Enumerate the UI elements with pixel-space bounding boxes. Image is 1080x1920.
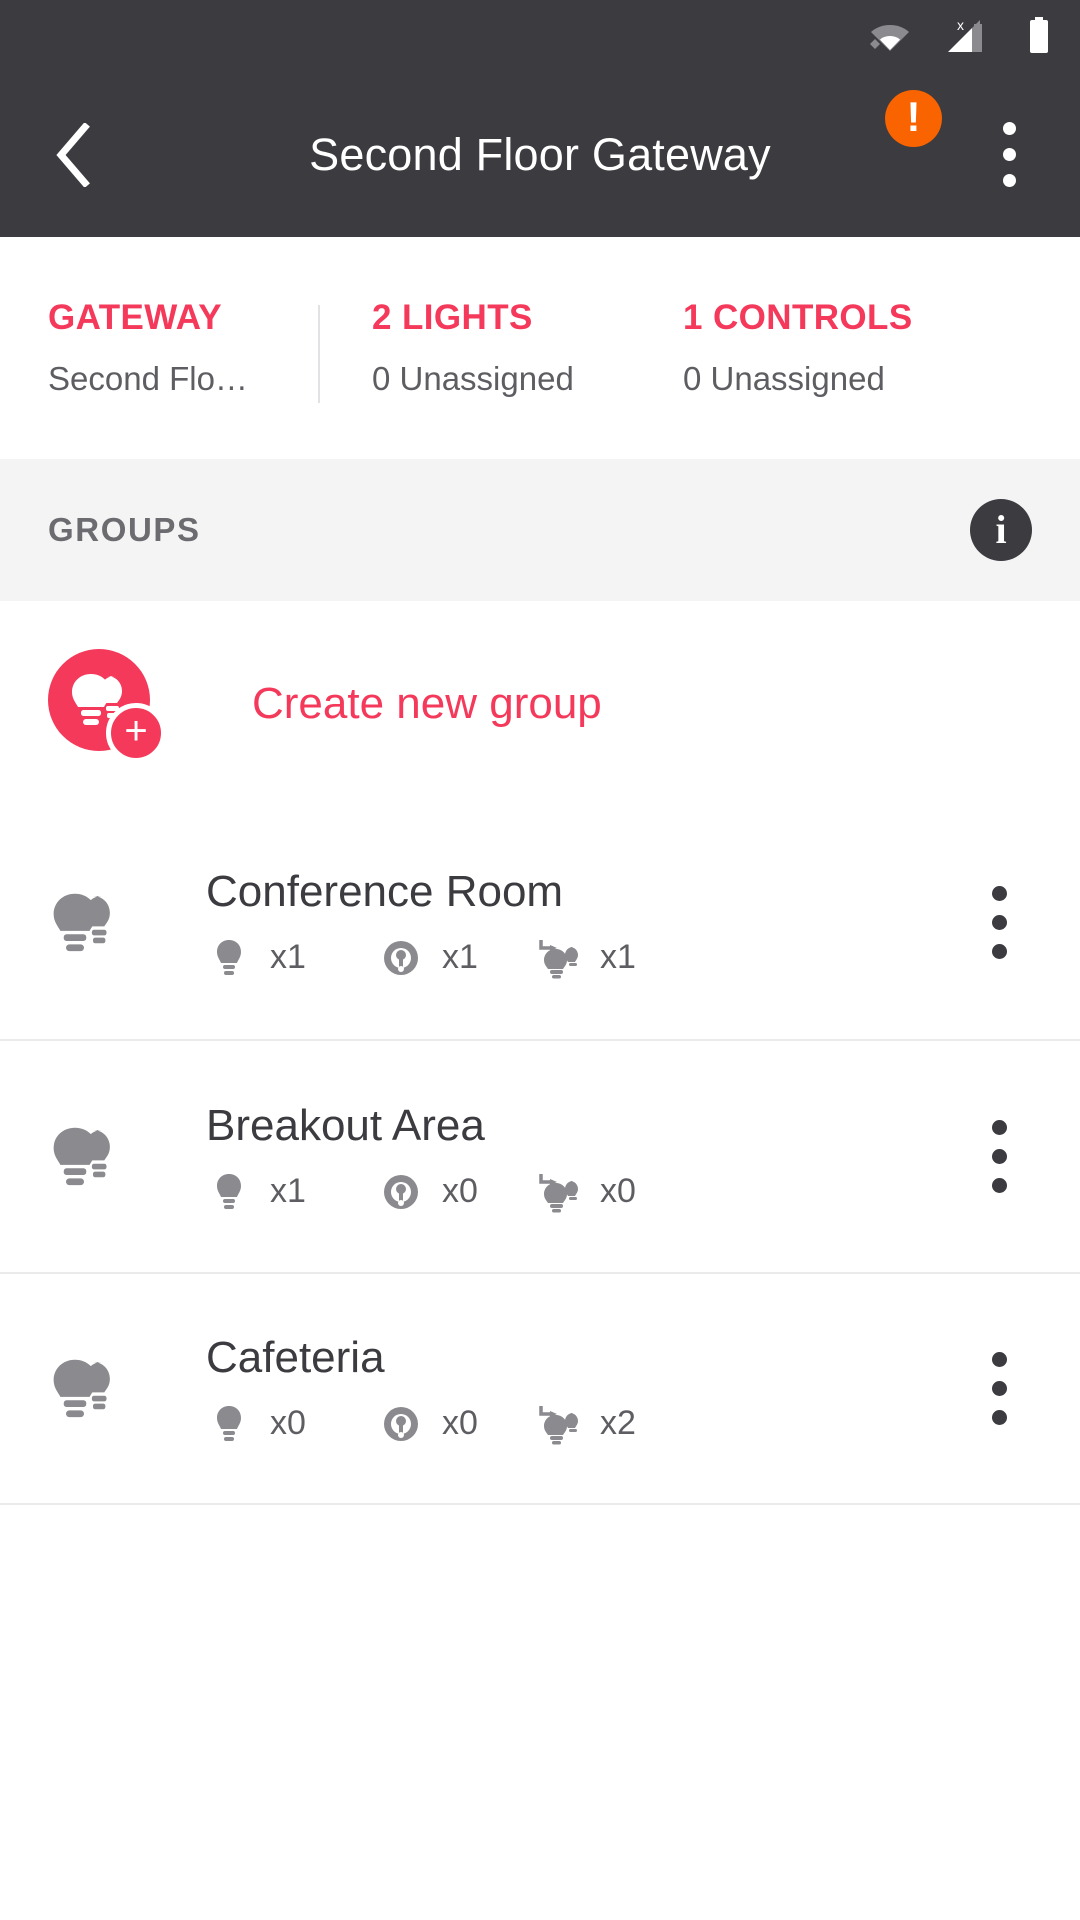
count-value: x0: [600, 1172, 636, 1210]
count-scenes: x1: [536, 937, 696, 979]
group-name: Cafeteria: [206, 1332, 385, 1382]
count-controls: x0: [378, 1172, 536, 1211]
group-overflow-menu-button[interactable]: [964, 868, 1034, 978]
count-value: x1: [600, 938, 636, 976]
scene-bulb-icon: [536, 937, 582, 979]
group-overflow-menu-button[interactable]: [964, 1334, 1034, 1444]
wifi-icon: [870, 25, 909, 51]
groups-section-header: GROUPS i: [0, 459, 1080, 601]
group-icon: [48, 1123, 172, 1191]
svg-text:x: x: [957, 17, 964, 33]
overflow-menu-button[interactable]: [974, 110, 1044, 200]
count-lights: x1: [206, 1172, 378, 1212]
overflow-dot: [1002, 122, 1016, 135]
groups-list: Conference Room x1 x1 x1 Breakout Area x…: [0, 806, 1080, 1505]
overflow-dot: [991, 915, 1007, 930]
double-bulb-icon: [53, 1127, 110, 1185]
count-value: x1: [270, 1172, 306, 1210]
count-value: x1: [442, 938, 478, 976]
dial-control-icon: [378, 1405, 424, 1443]
group-icon: [48, 1355, 172, 1423]
info-icon[interactable]: i: [970, 499, 1032, 561]
count-value: x0: [442, 1404, 478, 1442]
stat-subtitle: 0 Unassigned: [372, 360, 574, 397]
group-overflow-menu-button[interactable]: [964, 1102, 1034, 1212]
group-counts: x0 x0 x2: [206, 1403, 964, 1445]
overflow-dot: [1002, 148, 1016, 161]
scene-bulb-icon: [536, 1171, 582, 1213]
groups-label: GROUPS: [48, 511, 201, 548]
overflow-dot: [991, 944, 1007, 959]
overflow-dot: [991, 886, 1007, 901]
double-bulb-icon: [53, 1359, 110, 1417]
bulb-icon: [206, 938, 252, 978]
overflow-dot: [991, 1352, 1007, 1367]
info-glyph: i: [995, 507, 1007, 552]
battery-icon: [1030, 17, 1048, 53]
stat-gateway[interactable]: GATEWAY Second Flo…: [48, 298, 320, 398]
count-lights: x1: [206, 938, 378, 978]
alert-exclamation-icon: !: [906, 93, 921, 140]
cellular-no-sim-icon: x: [948, 17, 982, 52]
double-bulb-icon: [53, 893, 110, 951]
stat-controls[interactable]: 1 CONTROLS 0 Unassigned: [628, 298, 1032, 398]
group-icon: [48, 889, 172, 957]
scene-bulb-icon: [536, 1403, 582, 1445]
overflow-dot: [1002, 174, 1016, 187]
status-bar: x: [0, 0, 1080, 72]
create-new-group-row[interactable]: + Create new group: [0, 601, 1080, 806]
count-value: x1: [270, 938, 306, 976]
table-row[interactable]: Breakout Area x1 x0 x0: [0, 1039, 1080, 1272]
create-group-icon-wrap: +: [48, 648, 172, 763]
summary-stats: GATEWAY Second Flo… 2 LIGHTS 0 Unassigne…: [0, 237, 1080, 459]
bulb-icon: [206, 1172, 252, 1212]
count-value: x0: [442, 1172, 478, 1210]
group-body: Cafeteria x0 x0 x2: [172, 1333, 964, 1445]
stat-lights[interactable]: 2 LIGHTS 0 Unassigned: [320, 298, 628, 398]
app-bar: Second Floor Gateway !: [0, 72, 1080, 237]
stat-title: 1 CONTROLS: [683, 298, 913, 337]
group-counts: x1 x0 x0: [206, 1171, 964, 1213]
group-name: Breakout Area: [206, 1100, 485, 1150]
chevron-left-icon: [56, 122, 90, 187]
group-name: Conference Room: [206, 866, 564, 916]
table-row[interactable]: Conference Room x1 x1 x1: [0, 806, 1080, 1039]
dial-control-icon: [378, 1173, 424, 1211]
count-scenes: x2: [536, 1403, 696, 1445]
count-controls: x1: [378, 938, 536, 977]
group-body: Conference Room x1 x1 x1: [172, 867, 964, 979]
count-scenes: x0: [536, 1171, 696, 1213]
count-value: x2: [600, 1404, 636, 1442]
count-lights: x0: [206, 1404, 378, 1444]
dial-control-icon: [378, 939, 424, 977]
stat-subtitle: 0 Unassigned: [683, 360, 885, 397]
back-button[interactable]: [36, 118, 110, 192]
overflow-dot: [991, 1120, 1007, 1135]
stat-subtitle: Second Flo…: [48, 360, 248, 397]
bulb-icon: [206, 1404, 252, 1444]
count-controls: x0: [378, 1404, 536, 1443]
status-icon-group: x: [870, 16, 1052, 56]
group-body: Breakout Area x1 x0 x0: [172, 1101, 964, 1213]
overflow-dot: [991, 1149, 1007, 1164]
plus-glyph: +: [124, 708, 148, 753]
overflow-dot: [991, 1410, 1007, 1425]
stat-title: GATEWAY: [48, 298, 222, 337]
overflow-dot: [991, 1178, 1007, 1193]
add-badge-icon: +: [106, 702, 166, 763]
table-row[interactable]: Cafeteria x0 x0 x2: [0, 1272, 1080, 1505]
create-new-group-label: Create new group: [252, 678, 602, 728]
stat-title: 2 LIGHTS: [372, 298, 533, 337]
count-value: x0: [270, 1404, 306, 1442]
alert-badge[interactable]: !: [885, 90, 942, 147]
group-counts: x1 x1 x1: [206, 937, 964, 979]
overflow-dot: [991, 1381, 1007, 1396]
